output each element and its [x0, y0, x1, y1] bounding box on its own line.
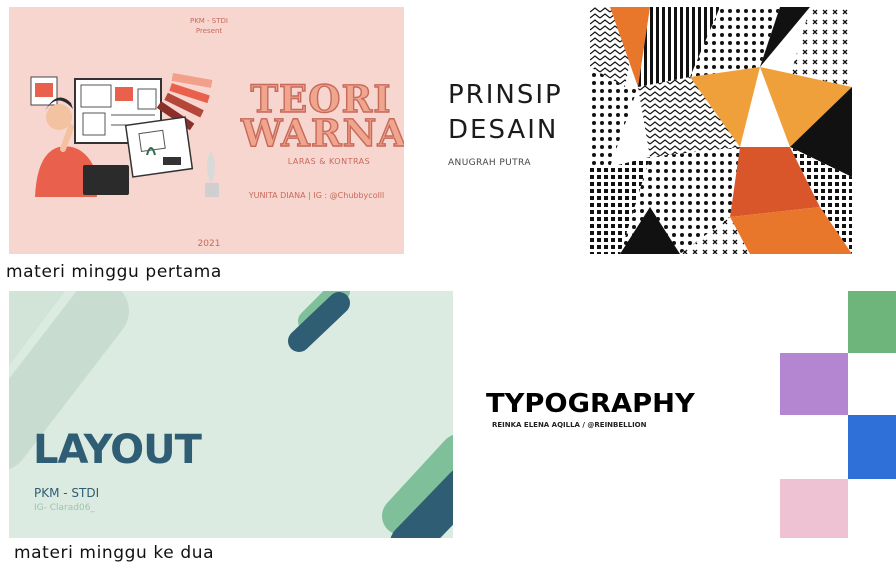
- slide-prinsip-desain[interactable]: PRINSIP DESAIN ANUGRAH PUTRA: [412, 7, 852, 254]
- slide-teori-warna[interactable]: PKM - STDI Present TEORI WARNA LARAS & K…: [9, 7, 404, 254]
- color-block-blue: [848, 415, 896, 479]
- slide-title-desain: DESAIN: [448, 115, 559, 145]
- decorative-rounded-bars: [9, 291, 453, 538]
- slide-layout[interactable]: LAYOUT PKM - STDI IG- Clarad06_: [9, 291, 453, 538]
- slide-handle: IG- Clarad06_: [34, 503, 95, 513]
- slide-title: TYPOGRAPHY: [486, 389, 695, 419]
- color-block-purple: [780, 353, 848, 415]
- caption-week-one: materi minggu pertama: [6, 262, 222, 282]
- color-block-pink: [780, 479, 848, 538]
- slide-year: 2021: [197, 239, 221, 249]
- caption-week-two: materi minggu ke dua: [14, 543, 215, 563]
- slide-header-present: Present: [195, 27, 223, 35]
- designer-illustration: [30, 73, 219, 197]
- slide-header-org: PKM - STDI: [189, 17, 228, 25]
- slide-typography[interactable]: TYPOGRAPHY REINKA ELENA AQILLA / @REINBE…: [462, 291, 896, 538]
- slide-author: REINKA ELENA AQILLA / @REINBELLION: [492, 421, 647, 429]
- color-block-green: [848, 291, 896, 353]
- slide-credit: YUNITA DIANA | IG : @Chubbycolll: [248, 191, 385, 200]
- slide-subtitle: LARAS & KONTRAS: [287, 157, 371, 166]
- slide-author: ANUGRAH PUTRA: [448, 158, 531, 168]
- slide-title: LAYOUT: [33, 427, 202, 473]
- geometric-pattern-art: [590, 7, 852, 254]
- slide-org: PKM - STDI: [34, 486, 100, 500]
- slide-title-prinsip: PRINSIP: [448, 80, 563, 110]
- slide-title-warna: WARNA: [240, 111, 404, 155]
